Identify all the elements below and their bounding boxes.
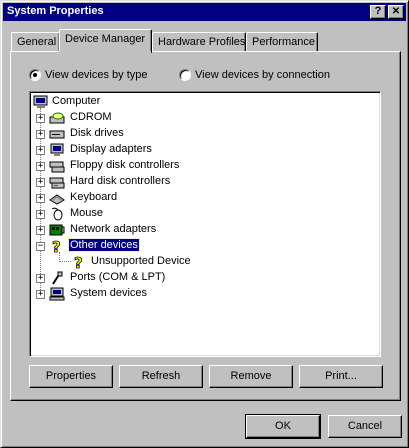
disk-drive-icon xyxy=(49,127,65,141)
cancel-button[interactable]: Cancel xyxy=(328,415,402,438)
expand-icon[interactable]: + xyxy=(36,210,45,219)
tree-item-label: Display adapters xyxy=(70,143,152,155)
cdrom-icon xyxy=(49,111,65,125)
device-tree[interactable]: Computer + CDROM + Disk drives + Display… xyxy=(29,91,381,357)
svg-text:?: ? xyxy=(74,255,83,269)
display-icon xyxy=(49,143,65,157)
tab-performance[interactable]: Performance xyxy=(246,32,318,52)
expand-icon[interactable]: + xyxy=(36,290,45,299)
view-by-connection-label: View devices by connection xyxy=(195,69,330,81)
mouse-icon xyxy=(49,207,65,221)
close-button[interactable]: ✕ xyxy=(388,5,404,19)
collapse-icon[interactable]: − xyxy=(36,242,45,251)
floppy-controller-icon xyxy=(49,159,65,173)
port-icon xyxy=(49,271,65,285)
tab-hardware-profiles[interactable]: Hardware Profiles xyxy=(152,32,246,52)
expand-icon[interactable]: + xyxy=(36,226,45,235)
tree-item-label: Unsupported Device xyxy=(91,255,191,267)
expand-icon[interactable]: + xyxy=(36,146,45,155)
tree-item-label: Floppy disk controllers xyxy=(70,159,180,171)
expand-icon[interactable]: + xyxy=(36,274,45,283)
system-properties-window: System Properties ? ✕ General Device Man… xyxy=(0,0,409,448)
help-button[interactable]: ? xyxy=(370,5,386,19)
tree-item-label: Keyboard xyxy=(70,191,118,203)
view-by-type-radio[interactable] xyxy=(29,69,41,82)
expand-icon[interactable]: + xyxy=(36,114,45,123)
hard-disk-controller-icon xyxy=(49,175,65,189)
properties-button[interactable]: Properties xyxy=(29,365,113,388)
tree-item-label: Ports (COM & LPT) xyxy=(70,271,166,283)
keyboard-icon xyxy=(49,191,65,205)
refresh-button[interactable]: Refresh xyxy=(119,365,203,388)
remove-button[interactable]: Remove xyxy=(209,365,293,388)
print-button[interactable]: Print... xyxy=(299,365,383,388)
system-devices-icon xyxy=(49,287,65,301)
title-bar[interactable]: System Properties ? ✕ xyxy=(3,3,406,21)
tree-item-label: Disk drives xyxy=(70,127,124,139)
tree-item-label: Other devices xyxy=(68,238,140,252)
expand-icon[interactable]: + xyxy=(36,194,45,203)
view-by-connection-radio[interactable] xyxy=(179,69,191,82)
tree-item-label: System devices xyxy=(70,287,148,299)
question-icon: ? xyxy=(49,238,65,257)
tab-device-manager[interactable]: Device Manager xyxy=(59,29,152,53)
tree-item-label: Hard disk controllers xyxy=(70,175,171,187)
expand-icon[interactable]: + xyxy=(36,130,45,139)
tree-item-label: Mouse xyxy=(70,207,104,219)
svg-text:?: ? xyxy=(52,239,61,253)
tree-root-label: Computer xyxy=(52,95,101,107)
tab-general[interactable]: General xyxy=(11,32,60,52)
network-adapter-icon xyxy=(49,223,65,237)
view-by-type-label: View devices by type xyxy=(45,69,148,81)
view-by-connection-option[interactable]: View devices by connection xyxy=(179,69,330,82)
computer-icon xyxy=(33,95,49,109)
expand-icon[interactable]: + xyxy=(36,178,45,187)
expand-icon[interactable]: + xyxy=(36,162,45,171)
question-icon: ? xyxy=(71,254,87,273)
ok-button[interactable]: OK xyxy=(245,414,321,439)
tree-item-label: Network adapters xyxy=(70,223,157,235)
tree-item-label: CDROM xyxy=(70,111,112,123)
view-by-type-option[interactable]: View devices by type xyxy=(29,69,148,82)
window-title: System Properties xyxy=(7,5,104,17)
